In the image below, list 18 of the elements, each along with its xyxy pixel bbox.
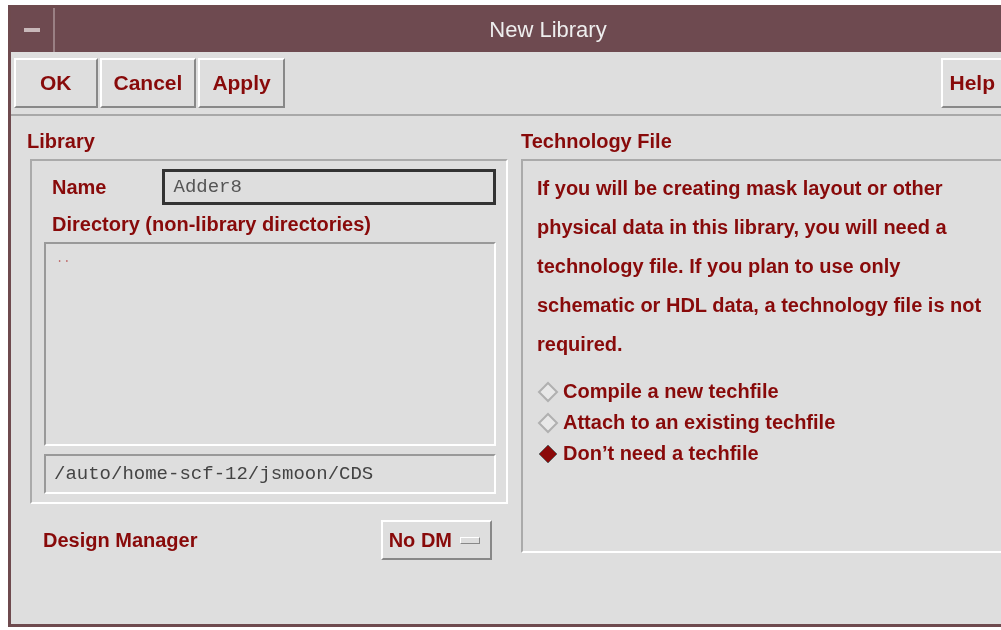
description-text: If you will be creating mask layout or other physical data in this library, you will need a technology file. If you plan to use only schematic or HDL data, a technology file is not required.: [537, 176, 983, 357]
design-manager-dropdown[interactable]: No DM: [380, 520, 492, 560]
radio-option[interactable]: Compile a new techfile: [537, 376, 779, 407]
dialog-button[interactable]: OK: [14, 58, 98, 108]
path-field[interactable]: /auto/home-scf-12/jsmoon/CDS: [44, 454, 496, 494]
window-title: New Library: [488, 17, 608, 43]
name-field[interactable]: Adder8: [162, 169, 496, 205]
dialog-button[interactable]: Apply: [198, 58, 285, 108]
design-manager-label: Design Manager: [43, 528, 198, 552]
dialog-button[interactable]: Cancel: [99, 58, 197, 108]
radio-option[interactable]: Attach to an existing techfile: [537, 407, 836, 438]
radio-option[interactable]: Don’t need a techfile: [537, 438, 759, 469]
option-menu-icon: [460, 536, 480, 544]
help-button[interactable]: Help: [941, 58, 1001, 108]
section-heading: Technology File: [521, 130, 673, 153]
name-label: Name: [51, 175, 107, 199]
directory-label: Directory (non-library directories): [51, 213, 372, 236]
section-heading: Library: [27, 130, 96, 153]
